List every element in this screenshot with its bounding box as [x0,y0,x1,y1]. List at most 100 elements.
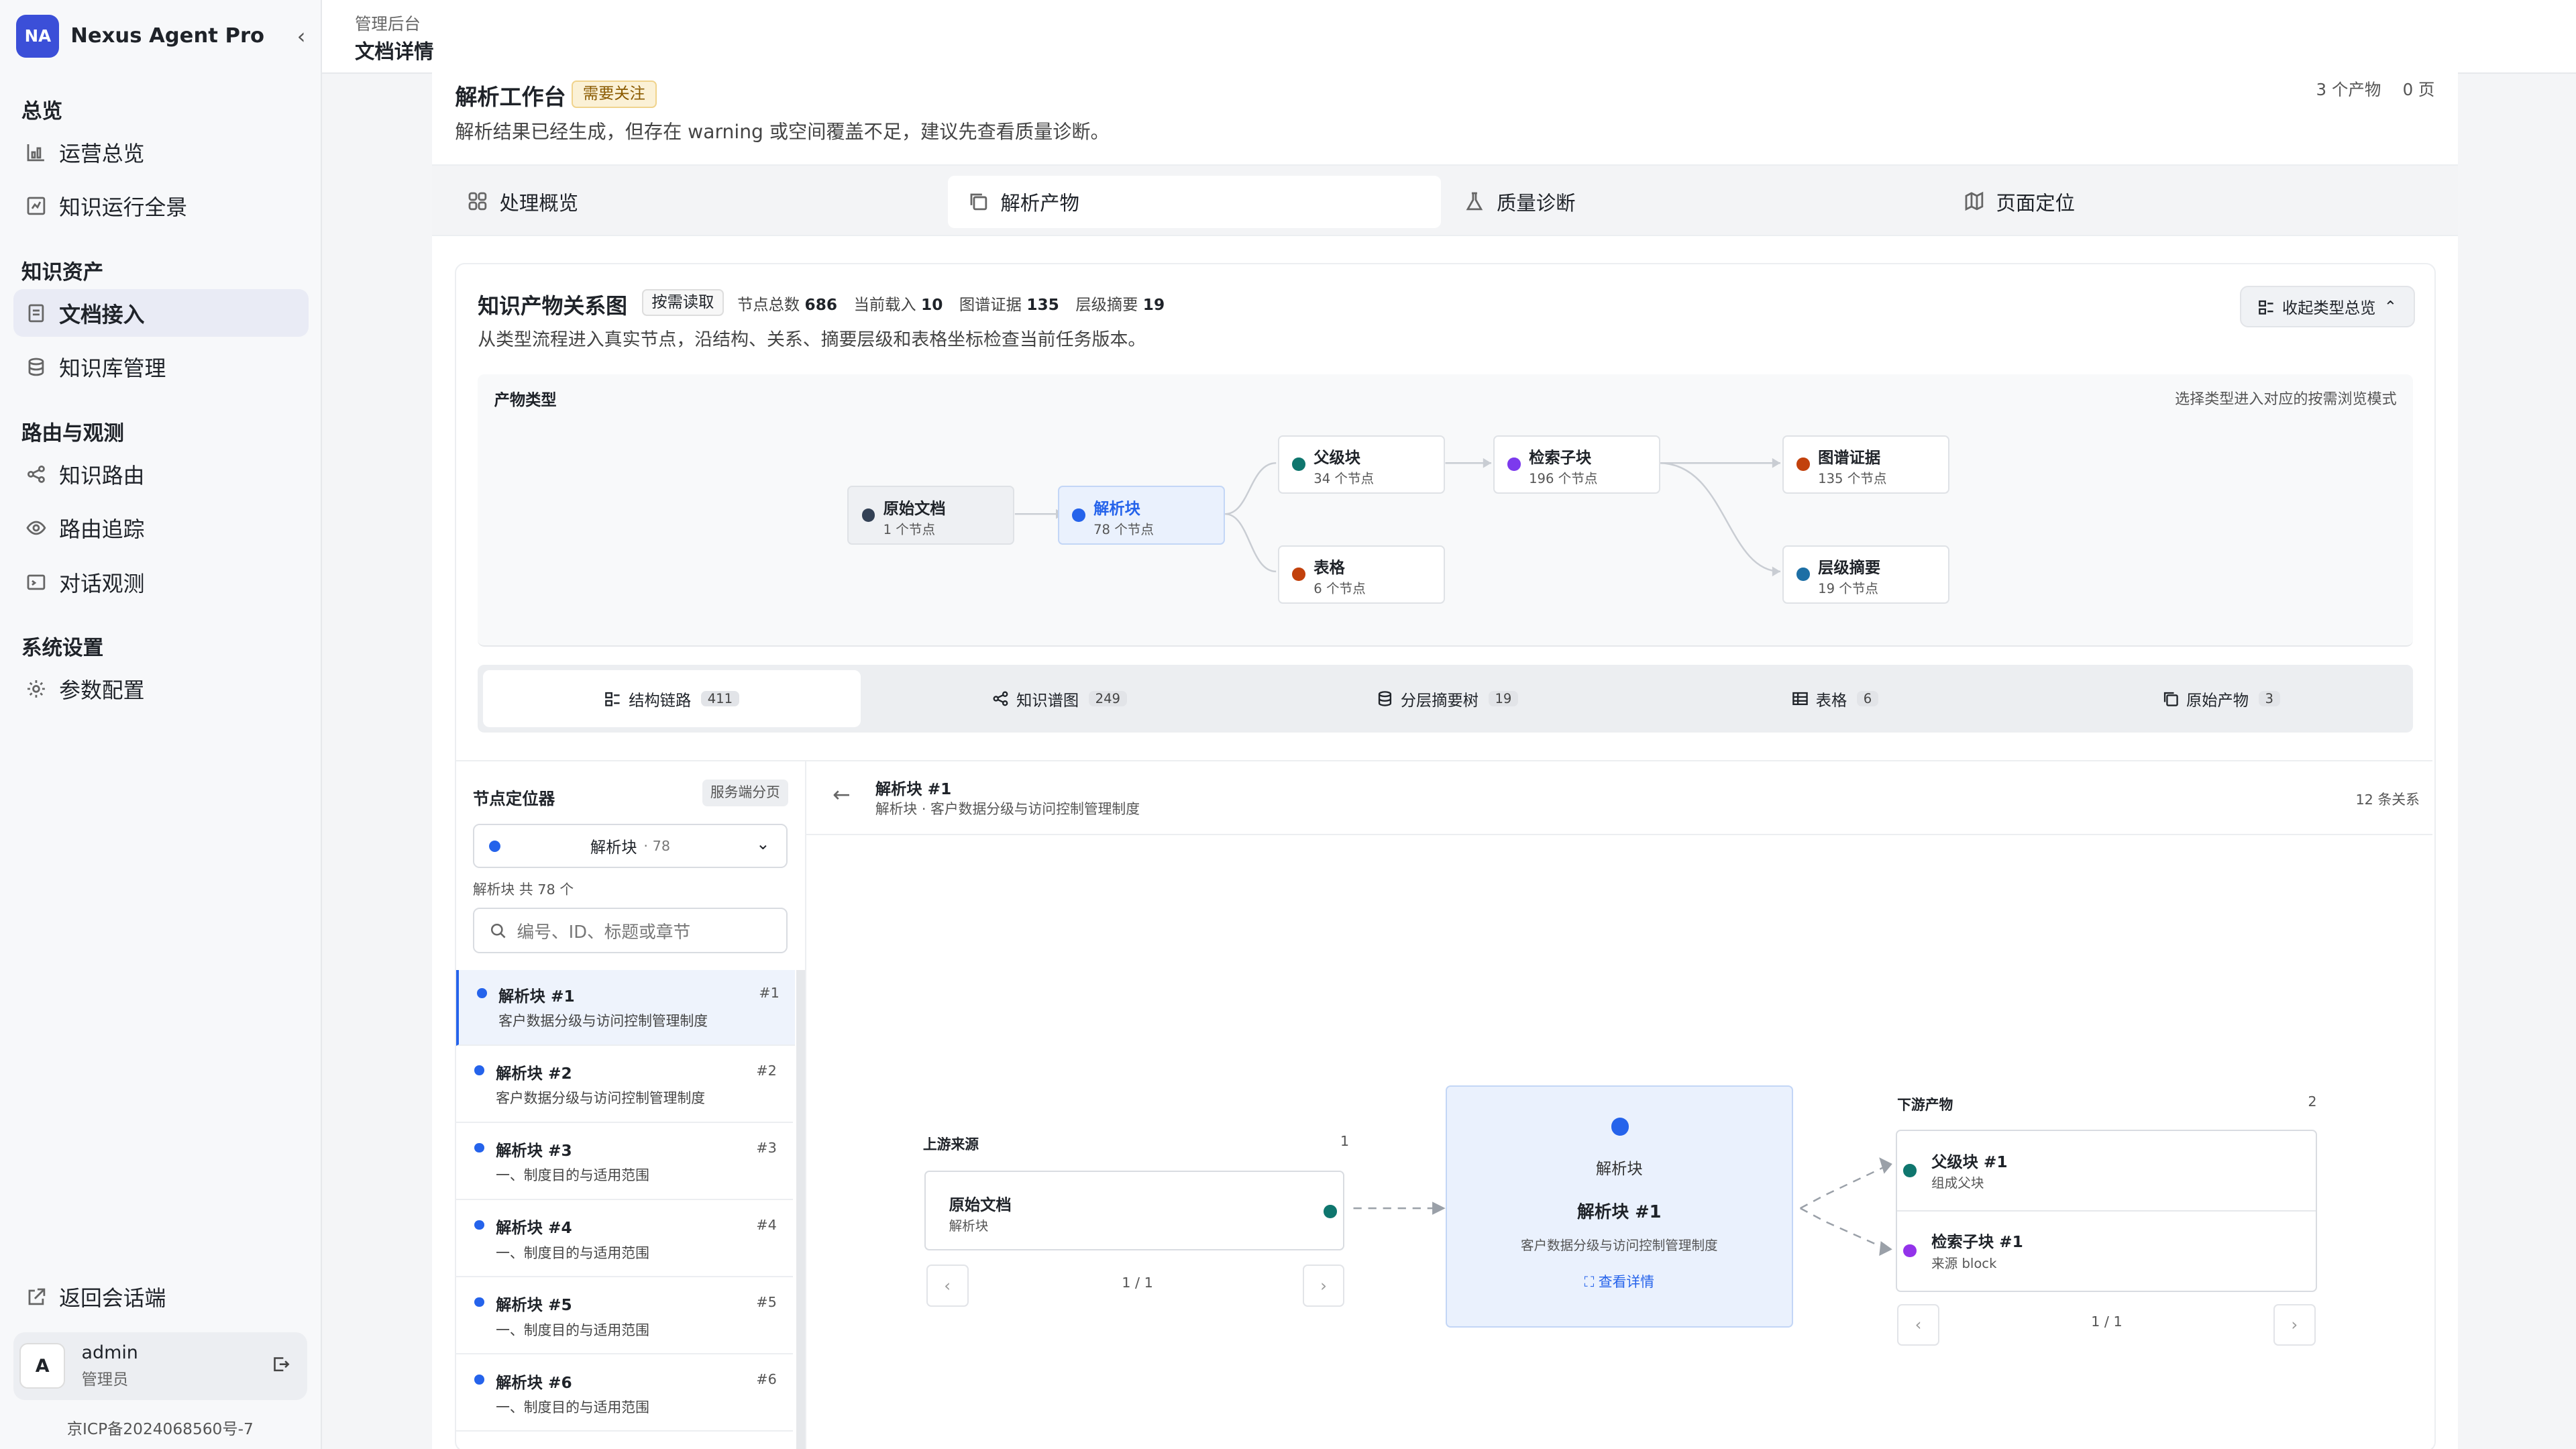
tab-tables[interactable]: 表格 6 [1641,670,2029,728]
item-subtitle: 客户数据分级与访问控制管理制度 [496,1090,706,1107]
external-link-icon [13,1287,60,1308]
list-item[interactable]: 解析块 #6 #6 一、制度目的与适用范围 [456,1356,794,1432]
downstream-item[interactable]: 检索子块 #1 来源 block [1896,1210,2316,1291]
node-dot [1072,508,1085,522]
sidebar-item-knowledge-panorama[interactable]: 知识运行全景 [13,182,309,230]
flow-node-parse-block[interactable]: 解析块 78 个节点 [1057,486,1225,545]
list-item[interactable]: 解析块 #1 #1 客户数据分级与访问控制管理制度 [456,970,795,1046]
list-item[interactable]: 解析块 #5 #5 一、制度目的与适用范围 [456,1279,794,1355]
current-node-card[interactable]: 解析块 解析块 #1 客户数据分级与访问控制管理制度 ⛶ 查看详情 [1445,1085,1793,1328]
downstream-item[interactable]: 父级块 #1 组成父块 [1897,1131,2316,1210]
view-details-label: 查看详情 [1598,1274,1654,1291]
chart-icon [13,142,60,163]
kg-description: 从类型流程进入真实节点，沿结构、关系、摘要层级和表格坐标检查当前任务版本。 [478,329,1146,351]
node-type: 解析块 [1595,1159,1643,1178]
sidebar-item-document-ingest[interactable]: 文档接入 [13,289,309,337]
collapse-sidebar-icon[interactable]: ‹ [297,23,306,49]
sidebar-item-route-tracing[interactable]: 路由追踪 [13,504,309,552]
tab-quality-diagnosis[interactable]: 质量诊断 [1464,176,1576,228]
sidebar-item-ops-overview[interactable]: 运营总览 [13,128,309,176]
tab-label: 表格 [1815,691,1847,710]
item-number: #2 [756,1062,777,1079]
item-dot [474,1142,484,1153]
node-dot [1507,458,1521,471]
type-dot [488,840,501,852]
sidebar-item-knowledge-routing[interactable]: 知识路由 [13,450,309,498]
upstream-next-button[interactable]: › [1302,1264,1345,1307]
downstream-label: 下游产物 [1897,1097,1953,1114]
downstream-next-button[interactable]: › [2273,1303,2316,1346]
tab-parse-outputs[interactable]: 解析产物 [948,175,1441,228]
downstream-prev-button[interactable]: ‹ [1897,1303,1939,1346]
output-count: 3 个产物 [2316,80,2381,100]
node-name: 父级块 [1313,448,1361,467]
sidebar-item-label: 知识库管理 [59,356,166,382]
node-dot [1796,458,1810,471]
node-count: 196 个节点 [1529,471,1598,487]
sidebar-item-kb-management[interactable]: 知识库管理 [13,343,309,391]
structure-icon [2259,300,2273,315]
flow-node-table[interactable]: 表格 6 个节点 [1277,545,1445,604]
sidebar-item-parameters[interactable]: 参数配置 [13,665,309,713]
list-scrollbar[interactable] [796,970,805,1449]
icp-record[interactable]: 京ICP备2024068560号-7 [0,1416,321,1439]
tab-label: 分层摘要树 [1400,691,1479,710]
flow-node-retrieve-chunk[interactable]: 检索子块 196 个节点 [1493,435,1660,494]
sidebar-item-label: 文档接入 [59,301,145,327]
tab-knowledge-graph[interactable]: 知识谱图 249 [865,670,1253,728]
tab-page-locate[interactable]: 页面定位 [1964,176,2075,228]
server-paging-button[interactable]: 服务端分页 [702,780,789,806]
avatar: A [19,1343,66,1389]
collapse-type-overview-button[interactable]: 收起类型总览 ⌃ [2239,285,2415,328]
flow-node-level-summary[interactable]: 层级摘要 19 个节点 [1782,545,1949,604]
card-subtitle: 解析块 [949,1218,989,1234]
downstream-count: 2 [2308,1093,2317,1110]
share-icon [13,464,60,485]
list-item[interactable]: 解析块 #2 #2 客户数据分级与访问控制管理制度 [456,1048,794,1123]
logout-icon[interactable] [271,1351,290,1381]
tab-structure-chain[interactable]: 结构链路 411 [482,669,861,728]
stat-label: 图谱证据 [959,296,1022,315]
item-dot [474,1297,484,1307]
share-icon [993,691,1008,706]
search-input[interactable]: 编号、ID、标题或章节 [472,908,788,954]
sidebar-item-dialog-observe[interactable]: 对话观测 [13,559,309,606]
list-item[interactable]: 解析块 #3 #3 一、制度目的与适用范围 [456,1125,794,1200]
nav-group-knowledge-assets: 知识资产 [21,260,104,284]
flow-node-raw-doc[interactable]: 原始文档 1 个节点 [847,486,1015,545]
item-subtitle: 客户数据分级与访问控制管理制度 [498,1013,708,1030]
upstream-prev-button[interactable]: ‹ [926,1264,969,1307]
tab-raw-outputs[interactable]: 原始产物 3 [2029,670,2413,728]
chevron-right-icon: › [1320,1275,1327,1295]
tab-summary-tree[interactable]: 分层摘要树 19 [1253,670,1641,728]
node-dot [1903,1244,1917,1258]
upstream-node-card[interactable]: 原始文档 解析块 [924,1171,1345,1251]
node-subtitle: 客户数据分级与访问控制管理制度 [1520,1238,1718,1254]
stat-value: 686 [804,296,838,315]
node-dot [1903,1163,1917,1177]
item-subtitle: 一、制度目的与适用范围 [496,1167,649,1184]
flow-node-graph-evidence[interactable]: 图谱证据 135 个节点 [1782,435,1949,494]
item-number: #4 [756,1216,777,1233]
breadcrumb[interactable]: 管理后台 [355,11,421,35]
item-subtitle: 一、制度目的与适用范围 [496,1244,649,1261]
item-title: 解析块 #6 [496,1373,572,1392]
eye-icon [13,517,60,539]
back-to-chat-link[interactable]: 返回会话端 [13,1275,309,1319]
item-title: 解析块 #2 [496,1065,572,1083]
tab-processing-overview[interactable]: 处理概览 [467,176,578,228]
node-type-select[interactable]: 解析块 · 78 ⌄ [472,824,788,868]
node-count: 34 个节点 [1313,471,1375,487]
tab-count: 411 [700,691,739,707]
item-dot [474,1220,484,1230]
layers-icon [1378,691,1392,706]
nav-group-overview: 总览 [21,99,63,123]
list-item[interactable]: 解析块 #4 #4 一、制度目的与适用范围 [456,1202,794,1277]
item-dot [477,988,487,999]
kg-mode-badge: 按需读取 [642,288,724,317]
kg-title: 知识产物关系图 [478,292,627,319]
stat-label: 节点总数 [737,296,800,315]
node-dot [1611,1118,1629,1136]
flow-node-parent-block[interactable]: 父级块 34 个节点 [1277,435,1445,494]
view-details-link[interactable]: ⛶ 查看详情 [1447,1271,1792,1291]
